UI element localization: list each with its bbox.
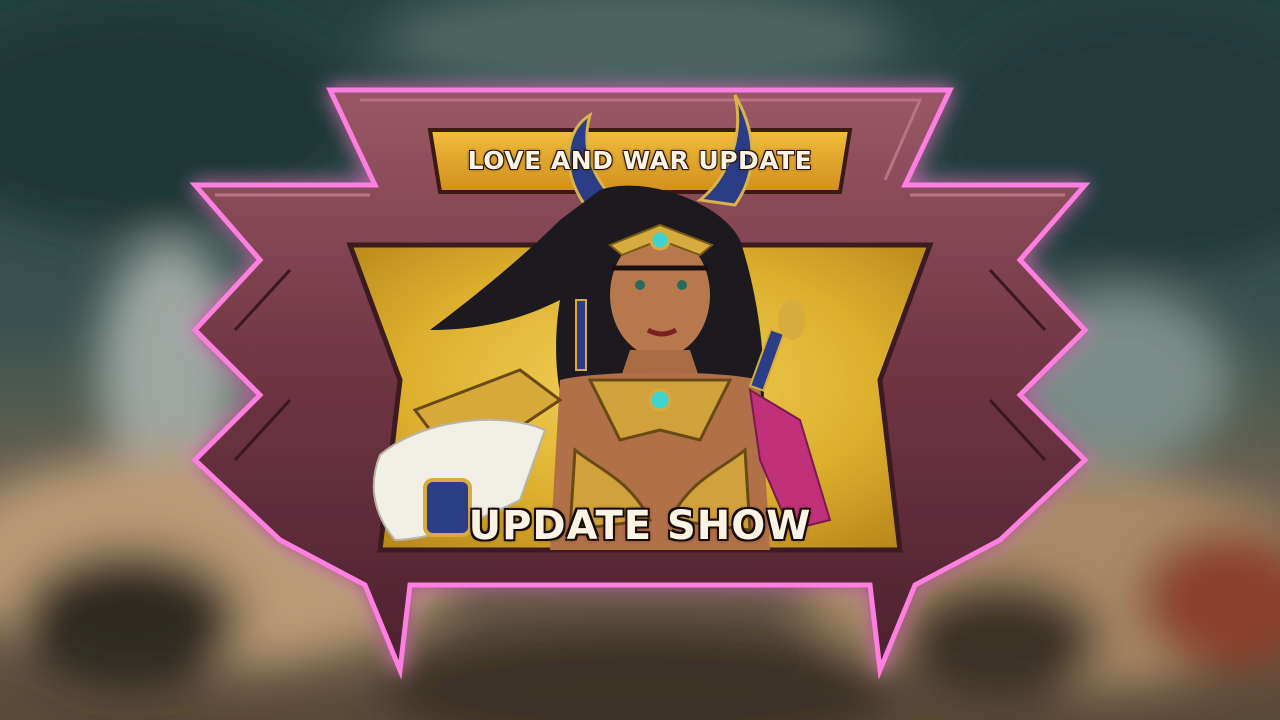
banner-subtitle: UPDATE SHOW <box>468 503 812 549</box>
banner-title: LOVE AND WAR UPDATE <box>467 145 813 175</box>
banner-frame <box>189 87 1091 680</box>
